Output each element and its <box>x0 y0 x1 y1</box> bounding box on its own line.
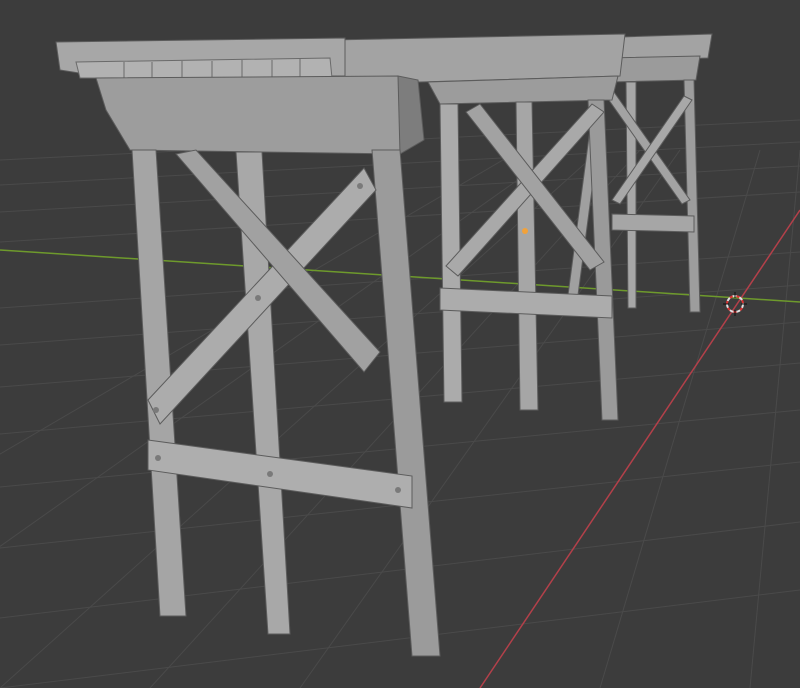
3d-cursor-icon <box>723 292 747 316</box>
3d-viewport[interactable] <box>0 0 800 688</box>
3d-cursor[interactable] <box>723 292 747 316</box>
trestle-support-front[interactable] <box>55 37 441 657</box>
origin-dot <box>522 228 528 234</box>
viewport-canvas[interactable] <box>0 0 800 688</box>
